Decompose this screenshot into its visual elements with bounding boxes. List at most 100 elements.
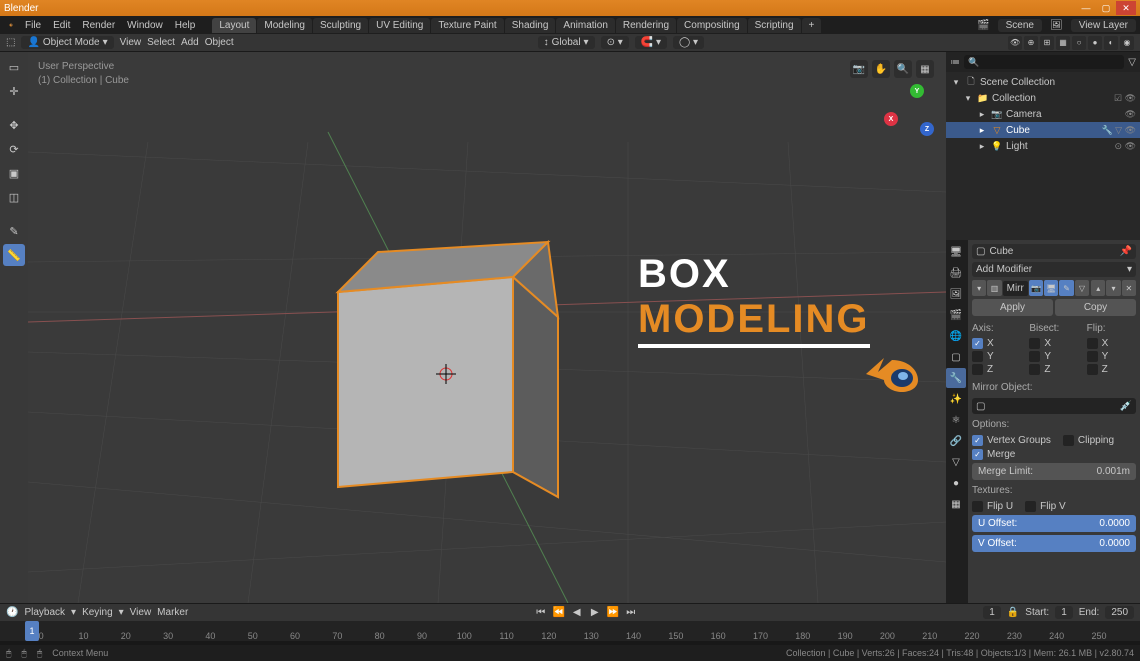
axis-y-check[interactable]: Y [972, 351, 1021, 362]
menu-help[interactable]: Help [170, 20, 201, 31]
flip-x-check[interactable]: X [1087, 338, 1136, 349]
clipping-check[interactable]: Clipping [1063, 435, 1114, 446]
overlay-toggle[interactable]: ⊞ [1040, 36, 1054, 50]
menu-add[interactable]: Add [181, 37, 199, 48]
menu-select[interactable]: Select [147, 37, 175, 48]
modifier-name[interactable]: Mirr [1003, 281, 1028, 296]
mode-selector[interactable]: 👤 Object Mode ▾ [21, 36, 113, 49]
flip-z-check[interactable]: Z [1087, 364, 1136, 375]
jump-end-icon[interactable]: ⏭ [623, 607, 639, 618]
add-modifier-button[interactable]: Add Modifier▾ [972, 262, 1136, 277]
mod-edit-icon[interactable]: ✎ [1059, 280, 1073, 296]
tab-scripting[interactable]: Scripting [748, 18, 801, 33]
menu-render[interactable]: Render [77, 20, 120, 31]
start-frame[interactable]: 1 [1055, 606, 1073, 619]
timeline-keying[interactable]: Keying [82, 607, 113, 618]
scale-tool[interactable]: ▣ [3, 162, 25, 184]
3d-viewport[interactable]: User Perspective (1) Collection | Cube 📷… [28, 52, 946, 603]
mod-delete-icon[interactable]: ✕ [1122, 280, 1136, 296]
visibility-icon[interactable]: 👁 [1008, 36, 1022, 50]
outliner-cube[interactable]: ▸▽Cube🔧 ▽ 👁 [946, 122, 1140, 138]
tab-texturepaint[interactable]: Texture Paint [431, 18, 503, 33]
prop-tab-object[interactable]: ▢ [946, 347, 966, 367]
nav-gizmo[interactable]: Y X Z [882, 84, 934, 136]
playhead[interactable]: 1 [25, 621, 39, 641]
axis-x-check[interactable]: ✓X [972, 338, 1021, 349]
prop-tab-viewlayer[interactable]: 🖼 [946, 284, 966, 304]
shading-solid[interactable]: ● [1088, 36, 1102, 50]
viewlayer-selector[interactable]: View Layer [1071, 19, 1136, 32]
timeline-marker[interactable]: Marker [157, 607, 188, 618]
merge-limit-field[interactable]: Merge Limit:0.001m [972, 463, 1136, 480]
prop-tab-scene[interactable]: 🎬 [946, 305, 966, 325]
current-frame[interactable]: 1 [983, 606, 1001, 619]
menu-object[interactable]: Object [205, 37, 234, 48]
outliner-light[interactable]: ▸💡Light⊙ 👁 [946, 138, 1140, 154]
gizmo-toggle[interactable]: ⊕ [1024, 36, 1038, 50]
prop-tab-material[interactable]: ● [946, 473, 966, 493]
menu-edit[interactable]: Edit [48, 20, 75, 31]
vertex-groups-check[interactable]: ✓Vertex Groups [972, 435, 1051, 446]
timeline-view[interactable]: View [130, 607, 152, 618]
end-frame[interactable]: 250 [1105, 606, 1134, 619]
xray-toggle[interactable]: ▦ [1056, 36, 1070, 50]
tab-sculpting[interactable]: Sculpting [313, 18, 368, 33]
tab-animation[interactable]: Animation [556, 18, 614, 33]
menu-window[interactable]: Window [122, 20, 168, 31]
prop-tab-constraint[interactable]: 🔗 [946, 431, 966, 451]
u-offset-field[interactable]: U Offset:0.0000 [972, 515, 1136, 532]
pin-icon[interactable]: 📌 [1120, 246, 1132, 257]
nav-persp-icon[interactable]: ▦ [916, 60, 934, 78]
mod-render-icon[interactable]: 📷 [1029, 280, 1043, 296]
timeline-frames[interactable]: 1 01020304050607080901001101201301401501… [0, 621, 1140, 641]
play-rev-icon[interactable]: ◀ [569, 607, 585, 618]
outliner-type-icon[interactable]: ≔ [950, 57, 960, 68]
scene-selector[interactable]: Scene [998, 19, 1042, 32]
snap-toggle[interactable]: 🧲 ▾ [635, 36, 667, 49]
menu-view[interactable]: View [120, 37, 142, 48]
tab-modeling[interactable]: Modeling [257, 18, 312, 33]
keyframe-prev-icon[interactable]: ⏪ [551, 607, 567, 618]
close-button[interactable]: ✕ [1116, 1, 1136, 15]
bisect-x-check[interactable]: X [1029, 338, 1078, 349]
outliner[interactable]: ▾🗋Scene Collection ▾📁Collection☑ 👁 ▸📷Cam… [946, 72, 1140, 240]
shading-render[interactable]: ◉ [1120, 36, 1134, 50]
nav-zoom-icon[interactable]: 🔍 [894, 60, 912, 78]
prop-tab-output[interactable]: 🖨 [946, 263, 966, 283]
rotate-tool[interactable]: ⟳ [3, 138, 25, 160]
menu-file[interactable]: File [20, 20, 46, 31]
tab-add[interactable]: + [802, 18, 822, 33]
minimize-button[interactable]: — [1076, 1, 1096, 15]
prop-tab-modifier[interactable]: 🔧 [946, 368, 966, 388]
flip-y-check[interactable]: Y [1087, 351, 1136, 362]
transform-tool[interactable]: ◫ [3, 186, 25, 208]
apply-button[interactable]: Apply [972, 299, 1053, 316]
mod-down-icon[interactable]: ▾ [1106, 280, 1120, 296]
orientation-selector[interactable]: ↕ Global ▾ [538, 36, 595, 49]
mirror-object-field[interactable]: ▢💉 [972, 398, 1136, 414]
shading-lookdev[interactable]: ◐ [1104, 36, 1118, 50]
mod-up-icon[interactable]: ▴ [1091, 280, 1105, 296]
proportional-toggle[interactable]: ◯ ▾ [673, 36, 704, 49]
shading-wire[interactable]: ○ [1072, 36, 1086, 50]
v-offset-field[interactable]: V Offset:0.0000 [972, 535, 1136, 552]
timeline-type-icon[interactable]: 🕐 [6, 607, 18, 618]
prop-tab-world[interactable]: 🌐 [946, 326, 966, 346]
maximize-button[interactable]: ▢ [1096, 1, 1116, 15]
tab-rendering[interactable]: Rendering [616, 18, 676, 33]
pivot-selector[interactable]: ⊙ ▾ [601, 36, 629, 49]
move-tool[interactable]: ✥ [3, 114, 25, 136]
nav-hand-icon[interactable]: ✋ [872, 60, 890, 78]
keyframe-next-icon[interactable]: ⏩ [605, 607, 621, 618]
copy-button[interactable]: Copy [1055, 299, 1136, 316]
play-icon[interactable]: ▶ [587, 607, 603, 618]
tab-uvediting[interactable]: UV Editing [369, 18, 430, 33]
bisect-z-check[interactable]: Z [1029, 364, 1078, 375]
outliner-filter-icon[interactable]: ▽ [1128, 57, 1136, 68]
tab-layout[interactable]: Layout [212, 18, 256, 33]
bisect-y-check[interactable]: Y [1029, 351, 1078, 362]
annotate-tool[interactable]: ✎ [3, 220, 25, 242]
cursor-tool[interactable]: ✛ [3, 80, 25, 102]
flip-v-check[interactable]: Flip V [1025, 501, 1066, 512]
outliner-camera[interactable]: ▸📷Camera👁 [946, 106, 1140, 122]
